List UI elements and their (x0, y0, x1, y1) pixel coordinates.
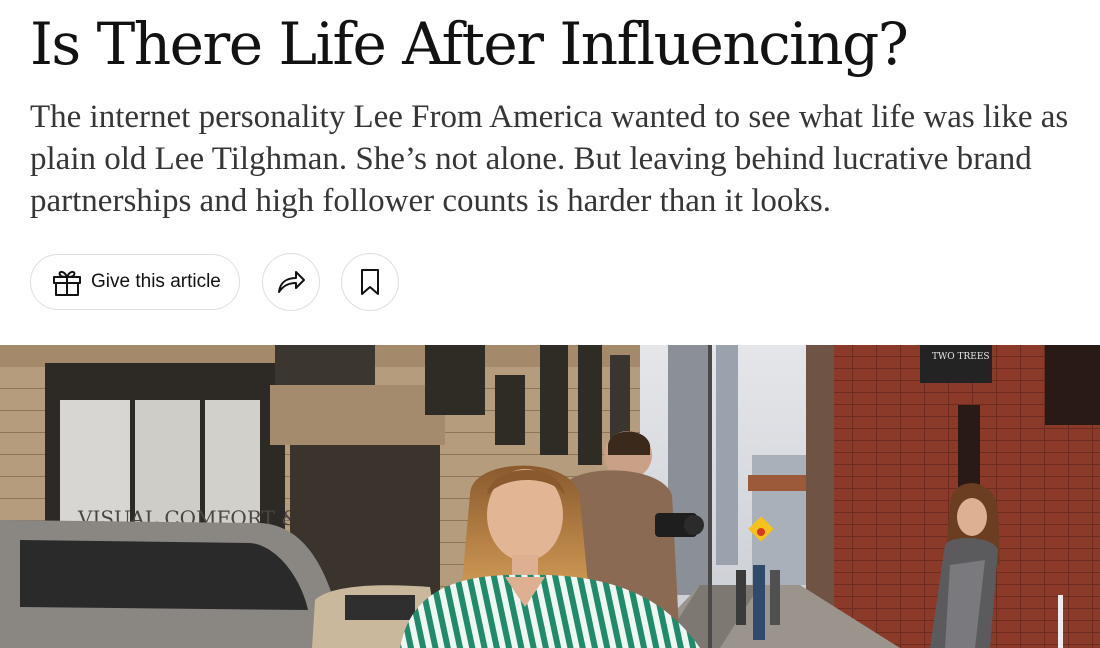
bookmark-icon (360, 269, 379, 295)
street-scene-image: VISUAL COMFORT & CO. TWO TREES (0, 345, 1100, 648)
article-actions: Give this article (30, 253, 399, 311)
headline: Is There Life After Influencing? (30, 10, 909, 78)
article-summary: The internet personality Lee From Americ… (30, 99, 1069, 219)
share-button[interactable] (261, 253, 320, 311)
gift-icon (53, 270, 81, 296)
give-article-label: Give this article (91, 271, 221, 292)
hanging-sign: TWO TREES (932, 352, 990, 362)
give-article-button[interactable]: Give this article (30, 254, 240, 310)
lead-photo: VISUAL COMFORT & CO. TWO TREES (0, 345, 1100, 648)
article-page: Is There Life After Influencing? The int… (0, 0, 1100, 648)
share-icon (277, 271, 305, 293)
save-button[interactable] (340, 253, 399, 311)
